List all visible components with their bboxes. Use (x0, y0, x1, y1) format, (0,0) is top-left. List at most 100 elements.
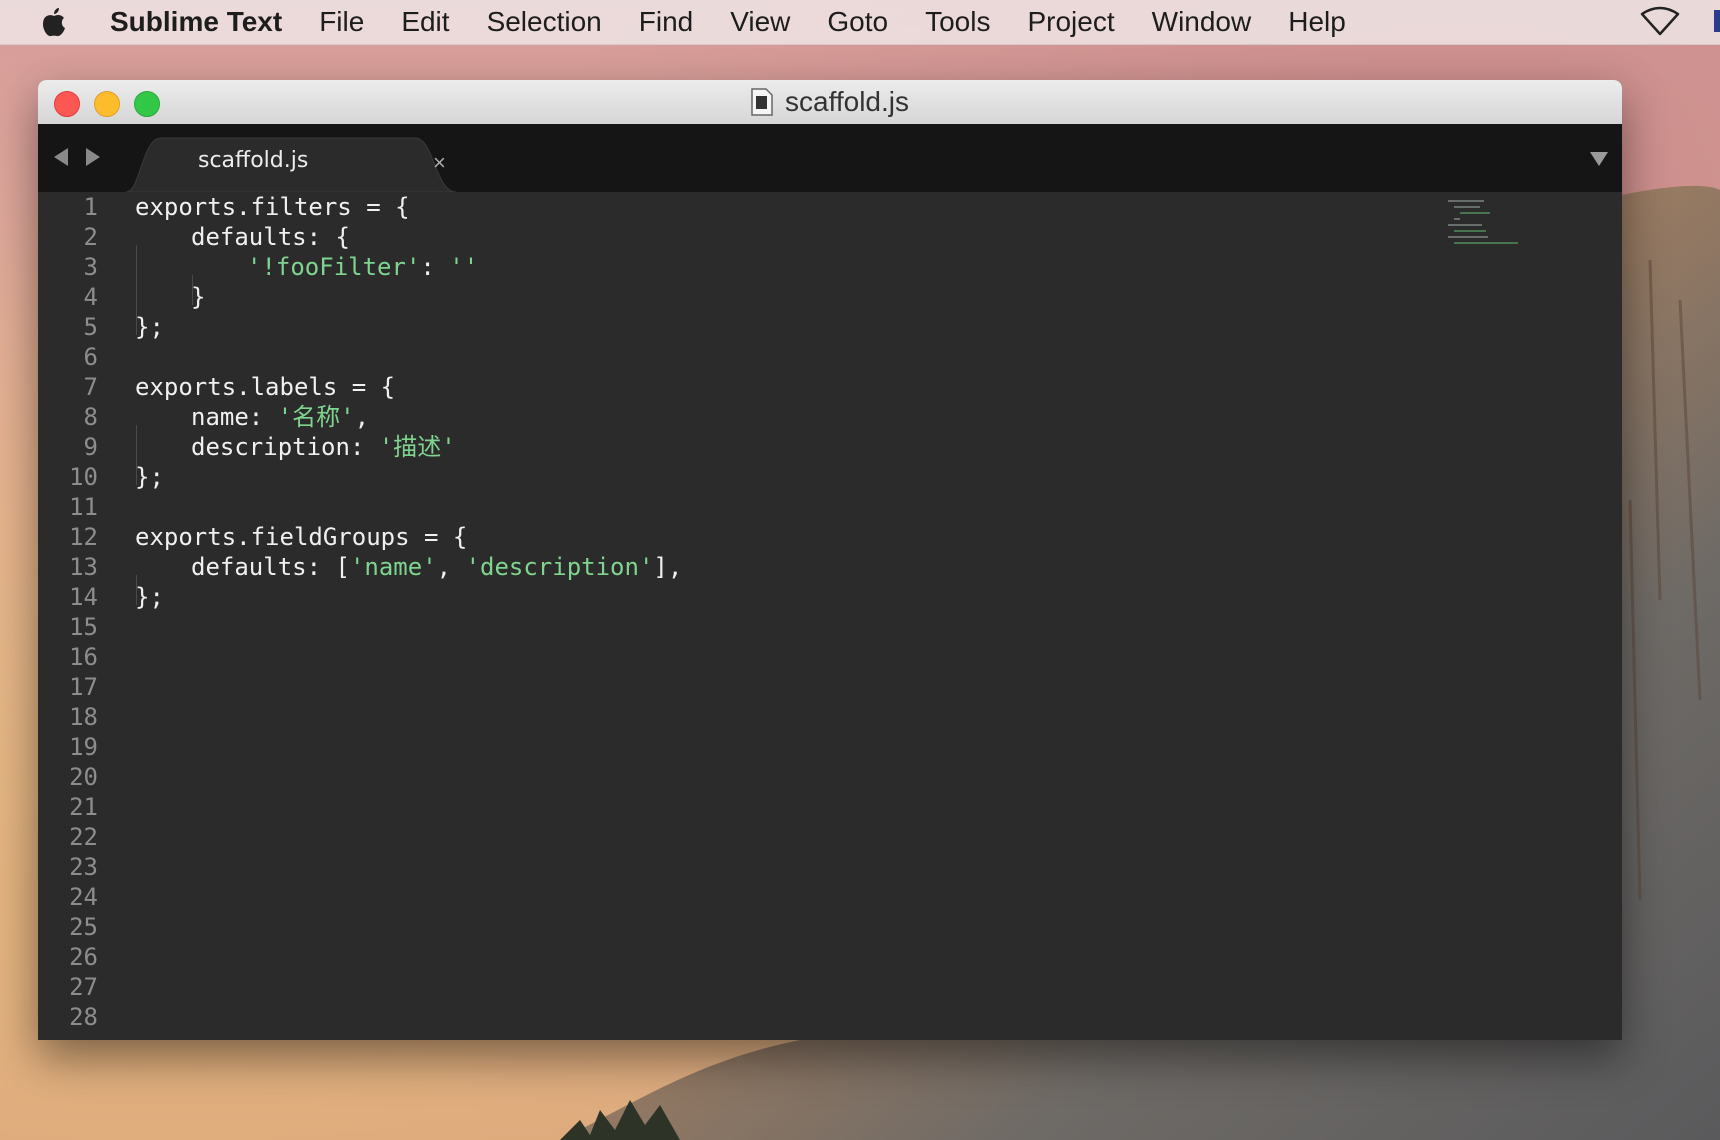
line-number-gutter: 1 2 3 4 5 6 7 8 9 10 11 12 13 14 15 16 17 18 19 20 21 22 23 24 2… (38, 192, 98, 1032)
minimap-line (1448, 236, 1488, 238)
minimap-line (1460, 212, 1490, 214)
line-number: 8 (83, 403, 98, 431)
string-token: '!fooFilter' (247, 253, 421, 281)
code-token: description: (191, 433, 379, 461)
string-token: 'name' (349, 553, 437, 581)
line-number: 20 (69, 763, 98, 791)
code-token: }; (135, 463, 164, 491)
code-token: , (354, 403, 370, 431)
line-number: 1 (83, 193, 98, 221)
code-line: }; (135, 462, 1435, 492)
line-number: 24 (69, 883, 98, 911)
string-token: '描述' (378, 433, 456, 461)
title-bar[interactable]: scaffold.js (38, 80, 1622, 125)
apple-logo-icon[interactable] (40, 5, 92, 39)
code-line: }; (135, 312, 1435, 342)
menu-edit[interactable]: Edit (401, 6, 449, 38)
code-token: }; (135, 313, 164, 341)
tab-close-icon[interactable]: × (433, 150, 446, 176)
window-title-text: scaffold.js (785, 86, 909, 117)
line-number: 17 (69, 673, 98, 701)
string-token: 'description' (465, 553, 654, 581)
menu-selection[interactable]: Selection (487, 6, 602, 38)
code-line: exports.filters = { (135, 192, 1435, 222)
code-token: }; (135, 583, 164, 611)
line-number: 15 (69, 613, 98, 641)
line-number: 14 (69, 583, 98, 611)
code-line: }; (135, 582, 1435, 612)
code-token: ], (653, 553, 683, 581)
tab-scaffold-js[interactable]: scaffold.js × (126, 136, 456, 192)
code-line: '!fooFilter': '' (135, 252, 1435, 305)
line-number: 16 (69, 643, 98, 671)
line-number: 2 (83, 223, 98, 251)
line-number: 9 (83, 433, 98, 461)
string-token: '' (449, 253, 479, 281)
line-number: 26 (69, 943, 98, 971)
tab-list-dropdown-icon[interactable] (1590, 152, 1608, 166)
minimap-line (1448, 200, 1484, 202)
code-token: name: (191, 403, 278, 431)
input-source-flag-icon[interactable] (1714, 10, 1720, 32)
document-icon (751, 88, 773, 116)
line-number: 25 (69, 913, 98, 941)
code-line: defaults: ['name', 'description'], (135, 552, 1435, 605)
code-line: exports.fieldGroups = { (135, 522, 1435, 552)
line-number: 19 (69, 733, 98, 761)
minimap-line (1454, 206, 1480, 208)
tab-label: scaffold.js (198, 148, 309, 173)
code-line: } (135, 282, 1435, 335)
code-line: description: '描述' (135, 432, 1435, 485)
string-token: '名称' (277, 403, 355, 431)
menu-view[interactable]: View (730, 6, 790, 38)
line-number: 3 (83, 253, 98, 281)
previous-tab-arrow-icon[interactable] (54, 148, 68, 166)
code-area[interactable]: exports.filters = {defaults: {'!fooFilte… (135, 192, 1435, 612)
app-name-menu[interactable]: Sublime Text (110, 6, 282, 38)
next-tab-arrow-icon[interactable] (86, 148, 100, 166)
editor-window: scaffold.js scaffold.js × 1 2 3 4 5 6 7 8 9 10 11 1… (38, 80, 1622, 1040)
menu-goto[interactable]: Goto (827, 6, 888, 38)
line-number: 23 (69, 853, 98, 881)
line-number: 27 (69, 973, 98, 1001)
code-line: name: '名称', (135, 402, 1435, 455)
code-token: exports.filters = { (135, 193, 410, 221)
code-token: defaults: { (191, 223, 350, 251)
menu-help[interactable]: Help (1288, 6, 1346, 38)
line-number: 21 (69, 793, 98, 821)
code-token: : (420, 253, 450, 281)
code-token: defaults: [ (191, 553, 350, 581)
line-number: 13 (69, 553, 98, 581)
line-number: 11 (69, 493, 98, 521)
tab-bar: scaffold.js × (38, 124, 1622, 192)
line-number: 10 (69, 463, 98, 491)
menu-project[interactable]: Project (1027, 6, 1114, 38)
line-number: 7 (83, 373, 98, 401)
code-line: defaults: { (135, 222, 1435, 275)
line-number: 18 (69, 703, 98, 731)
code-token: , (436, 553, 466, 581)
line-number: 4 (83, 283, 98, 311)
line-number: 12 (69, 523, 98, 551)
line-number: 22 (69, 823, 98, 851)
minimap-line (1454, 242, 1518, 244)
code-token: exports.labels = { (135, 373, 396, 401)
code-editor[interactable]: 1 2 3 4 5 6 7 8 9 10 11 12 13 14 15 16 17 18 19 20 21 22 23 24 2… (38, 192, 1622, 1040)
menu-find[interactable]: Find (639, 6, 693, 38)
minimap-line (1454, 230, 1486, 232)
code-line: exports.labels = { (135, 372, 1435, 402)
line-number: 5 (83, 313, 98, 341)
menu-file[interactable]: File (319, 6, 364, 38)
minimap-line (1448, 224, 1482, 226)
minimap[interactable] (1448, 200, 1528, 260)
window-title: scaffold.js (38, 80, 1622, 124)
line-number: 28 (69, 1003, 98, 1031)
menu-window[interactable]: Window (1152, 6, 1252, 38)
wifi-icon[interactable] (1640, 6, 1680, 43)
minimap-line (1454, 218, 1460, 220)
menu-tools[interactable]: Tools (925, 6, 990, 38)
code-token: exports.fieldGroups = { (135, 523, 468, 551)
menu-bar: Sublime Text File Edit Selection Find Vi… (0, 0, 1720, 45)
